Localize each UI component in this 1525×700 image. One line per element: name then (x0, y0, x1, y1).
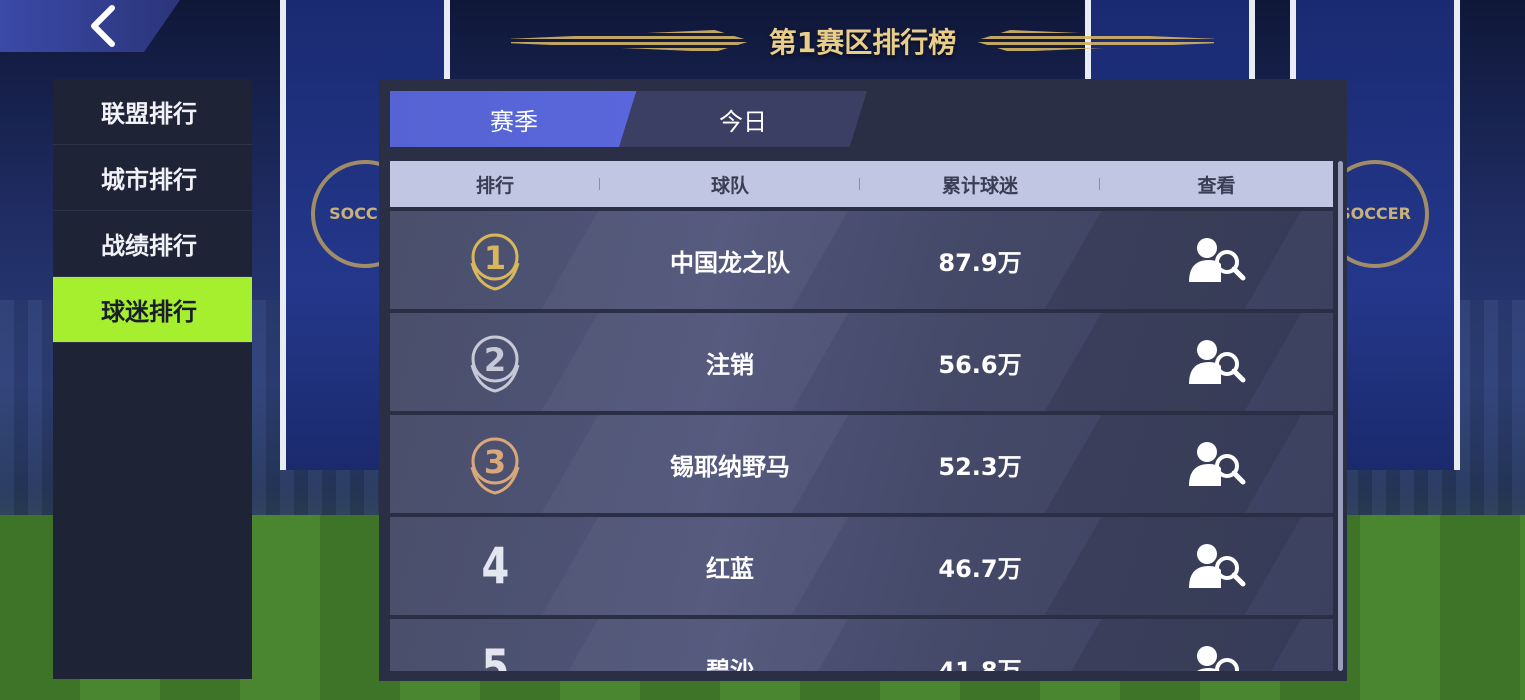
table-row: 2 注销 56.6万 (390, 313, 1333, 411)
tab-season[interactable]: 赛季 (390, 91, 638, 147)
ranking-panel: 赛季 今日 排行 球队 累计球迷 查看 1 中国龙之队 87.9万 2 注销 5… (379, 79, 1347, 681)
rank-number: 2 (484, 341, 506, 379)
ranking-list: 1 中国龙之队 87.9万 2 注销 56.6万 3 锡耶纳野马 52.3万 4… (390, 211, 1333, 671)
rank-cell: 3 (390, 427, 600, 501)
rank-number: 3 (484, 443, 506, 481)
team-name: 注销 (706, 350, 754, 379)
fans-count: 52.3万 (938, 452, 1022, 481)
sidebar-item-record-ranking[interactable]: 战绩排行 (53, 211, 252, 277)
fans-count: 56.6万 (938, 350, 1022, 379)
fans-count: 41.8万 (938, 656, 1022, 672)
title-decoration-right (974, 30, 1215, 52)
sidebar: 联盟排行 城市排行 战绩排行 球迷排行 (53, 79, 252, 679)
rank-cell: 4 (390, 537, 600, 595)
column-header-team: 球队 (600, 171, 860, 198)
column-header-rank: 排行 (390, 171, 600, 198)
user-search-icon (1188, 340, 1245, 384)
gold-medal-icon: 1 (470, 233, 520, 291)
silver-medal-icon: 2 (470, 335, 520, 393)
table-row: 5 碧沙 41.8万 (390, 619, 1333, 671)
column-header-view: 查看 (1197, 174, 1236, 197)
user-search-icon (1196, 646, 1239, 671)
rank-cell: 2 (390, 325, 600, 399)
view-team-button[interactable] (1100, 644, 1333, 671)
rank-number: 1 (484, 239, 506, 277)
view-team-button[interactable] (1100, 338, 1333, 386)
team-name: 中国龙之队 (670, 248, 790, 277)
title-decoration-left (510, 30, 751, 52)
bronze-medal-icon: 3 (470, 437, 520, 495)
rank-cell: 5 (390, 639, 600, 671)
fans-count: 46.7万 (938, 554, 1022, 583)
view-team-button[interactable] (1100, 440, 1333, 488)
list-scrollbar[interactable] (1338, 161, 1343, 671)
table-header: 排行 球队 累计球迷 查看 (390, 161, 1333, 207)
user-search-icon (1188, 442, 1245, 486)
rank-cell: 1 (390, 223, 600, 297)
view-team-button[interactable] (1100, 542, 1333, 590)
team-name: 红蓝 (706, 554, 754, 583)
column-header-fans: 累计球迷 (860, 171, 1100, 198)
view-team-button[interactable] (1100, 236, 1333, 284)
page-title: 第1赛区排行榜 (768, 26, 957, 59)
team-name: 碧沙 (706, 656, 754, 672)
page-header: 第1赛区排行榜 (500, 18, 1225, 64)
sidebar-item-fans-ranking[interactable]: 球迷排行 (53, 277, 252, 343)
tab-today[interactable]: 今日 (619, 91, 867, 147)
fans-count: 87.9万 (938, 248, 1022, 277)
table-row: 3 锡耶纳野马 52.3万 (390, 415, 1333, 513)
table-row: 4 红蓝 46.7万 (390, 517, 1333, 615)
rank-number: 4 (481, 537, 509, 595)
user-search-icon (1188, 238, 1245, 282)
sidebar-item-city-ranking[interactable]: 城市排行 (53, 145, 252, 211)
rank-number: 5 (481, 639, 509, 671)
user-search-icon (1188, 544, 1245, 588)
table-row: 1 中国龙之队 87.9万 (390, 211, 1333, 309)
chevron-left-icon (91, 5, 115, 47)
sidebar-item-league-ranking[interactable]: 联盟排行 (53, 79, 252, 145)
team-name: 锡耶纳野马 (670, 452, 790, 481)
